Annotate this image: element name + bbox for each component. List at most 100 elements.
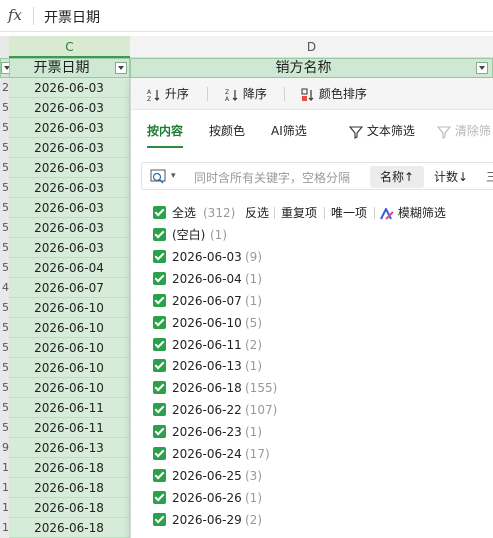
filter-dropdown-c[interactable] — [115, 62, 127, 74]
tab-ai-filter[interactable]: AI筛选 — [271, 122, 307, 140]
column-header-c[interactable]: C — [9, 36, 130, 58]
item-checkbox[interactable] — [153, 228, 166, 241]
list-item[interactable]: 2026-06-13 (1) — [153, 355, 493, 377]
search-icon[interactable] — [150, 169, 166, 185]
row-number[interactable]: 5 — [0, 98, 9, 118]
row-number[interactable]: 5 — [0, 158, 9, 178]
list-item[interactable]: 2026-06-24 (17) — [153, 443, 493, 465]
row-number[interactable]: 5 — [0, 198, 9, 218]
row-number[interactable]: 5 — [0, 258, 9, 278]
list-item[interactable]: 2026-06-03 (9) — [153, 246, 493, 268]
date-cell[interactable]: 2026-06-03 — [9, 138, 130, 158]
fuzzy-filter-button[interactable]: 模糊筛选 — [380, 204, 446, 222]
row-number[interactable]: 1 — [0, 478, 9, 498]
date-cell[interactable]: 2026-06-10 — [9, 298, 130, 318]
list-item[interactable]: 2026-06-25 (3) — [153, 465, 493, 487]
fx-label[interactable]: fx — [8, 6, 30, 26]
date-cell[interactable]: 2026-06-10 — [9, 338, 130, 358]
row-number[interactable]: 5 — [0, 378, 9, 398]
item-checkbox[interactable] — [153, 403, 166, 417]
list-item[interactable]: 2026-06-22 (107) — [153, 399, 493, 421]
item-checkbox[interactable] — [153, 249, 166, 263]
list-item[interactable]: 2026-06-04 (1) — [153, 268, 493, 290]
row-number[interactable]: 2 — [0, 78, 9, 98]
chevron-down-icon[interactable]: ▾ — [171, 171, 176, 181]
select-all-label[interactable]: 全选 — [172, 204, 196, 222]
tab-by-color[interactable]: 按颜色 — [209, 122, 245, 140]
sort-ascending-button[interactable]: A Z 升序 — [147, 85, 189, 103]
date-cell[interactable]: 2026-06-18 — [9, 478, 130, 498]
date-cell[interactable]: 2026-06-03 — [9, 178, 130, 198]
date-cell[interactable]: 2026-06-10 — [9, 318, 130, 338]
item-checkbox[interactable] — [153, 468, 166, 482]
item-checkbox[interactable] — [153, 293, 166, 307]
date-cell[interactable]: 2026-06-03 — [9, 198, 130, 218]
date-cell[interactable]: 2026-06-03 — [9, 238, 130, 258]
date-cell[interactable]: 2026-06-18 — [9, 458, 130, 478]
formula-input[interactable]: 开票日期 — [44, 7, 100, 27]
color-sort-button[interactable]: 颜色排序 — [301, 85, 367, 103]
list-item[interactable]: (空白) (1) — [153, 224, 493, 246]
item-checkbox[interactable] — [153, 381, 166, 395]
date-cell[interactable]: 2026-06-18 — [9, 498, 130, 518]
item-checkbox[interactable] — [153, 337, 166, 351]
item-checkbox[interactable] — [153, 271, 166, 285]
search-input[interactable]: 同时含所有关键字，空格分隔 — [194, 169, 350, 186]
filter-dropdown-d[interactable] — [476, 62, 488, 74]
date-cell[interactable]: 2026-06-10 — [9, 378, 130, 398]
row-number[interactable]: 4 — [0, 278, 9, 298]
date-cell[interactable]: 2026-06-03 — [9, 78, 130, 98]
list-item[interactable]: 2026-06-26 (1) — [153, 487, 493, 509]
list-item[interactable]: 2026-06-18 (155) — [153, 377, 493, 399]
clear-filter-button[interactable]: 清除筛 — [437, 122, 491, 140]
item-checkbox[interactable] — [153, 359, 166, 373]
item-checkbox[interactable] — [153, 490, 166, 504]
row-number[interactable]: 5 — [0, 318, 9, 338]
date-cell[interactable]: 2026-06-03 — [9, 218, 130, 238]
sort-by-count-button[interactable]: 计数↓ — [434, 166, 468, 188]
row-number[interactable]: 5 — [0, 398, 9, 418]
list-item[interactable]: 2026-06-10 (5) — [153, 312, 493, 334]
column-header-d[interactable]: D — [130, 36, 493, 58]
date-cell[interactable]: 2026-06-10 — [9, 358, 130, 378]
select-all-checkbox[interactable] — [153, 206, 166, 219]
row-number[interactable]: 5 — [0, 418, 9, 438]
item-checkbox[interactable] — [153, 512, 166, 526]
duplicates-button[interactable]: 重复项 — [281, 204, 317, 222]
row-number[interactable]: 9 — [0, 438, 9, 458]
row-number[interactable]: 5 — [0, 178, 9, 198]
row-number[interactable]: 1 — [0, 518, 9, 538]
row-number[interactable]: 5 — [0, 238, 9, 258]
row-number[interactable]: 5 — [0, 218, 9, 238]
date-cell[interactable]: 2026-06-03 — [9, 118, 130, 138]
date-cell[interactable]: 2026-06-18 — [9, 518, 130, 538]
row-header-corner[interactable] — [0, 36, 9, 58]
date-cell[interactable]: 2026-06-11 — [9, 418, 130, 438]
date-cell[interactable]: 2026-06-04 — [9, 258, 130, 278]
text-filter-button[interactable]: 文本筛选 — [349, 122, 415, 140]
row-number[interactable]: 5 — [0, 338, 9, 358]
date-cell[interactable]: 2026-06-07 — [9, 278, 130, 298]
row-number[interactable]: 5 — [0, 138, 9, 158]
sort-by-name-button[interactable]: 名称↑ — [370, 166, 424, 188]
tab-by-content[interactable]: 按内容 — [147, 122, 183, 140]
date-cell[interactable]: 2026-06-03 — [9, 98, 130, 118]
list-item[interactable]: 2026-06-23 (1) — [153, 421, 493, 443]
item-checkbox[interactable] — [153, 315, 166, 329]
date-cell[interactable]: 2026-06-03 — [9, 158, 130, 178]
item-checkbox[interactable] — [153, 425, 166, 439]
list-item[interactable]: 2026-06-29 (2) — [153, 509, 493, 531]
list-item[interactable]: 2026-06-07 (1) — [153, 290, 493, 312]
sort-descending-button[interactable]: Z A 降序 — [225, 85, 267, 103]
row-number[interactable]: 1 — [0, 498, 9, 518]
row-number[interactable]: 5 — [0, 118, 9, 138]
invert-selection-button[interactable]: 反选 — [245, 204, 269, 222]
more-options-button[interactable]: 三 — [486, 166, 493, 188]
date-cell[interactable]: 2026-06-11 — [9, 398, 130, 418]
row-number[interactable]: 1 — [0, 458, 9, 478]
list-item[interactable]: 2026-06-11 (2) — [153, 334, 493, 356]
item-checkbox[interactable] — [153, 447, 166, 460]
row-number[interactable]: 5 — [0, 298, 9, 318]
unique-button[interactable]: 唯一项 — [331, 204, 367, 222]
date-cell[interactable]: 2026-06-13 — [9, 438, 130, 458]
